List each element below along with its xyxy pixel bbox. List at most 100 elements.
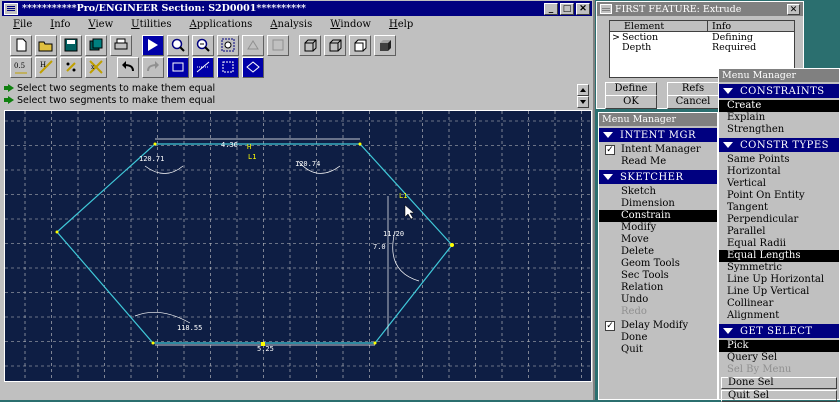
constr-type-parallel[interactable]: Parallel: [719, 226, 839, 238]
constraint-display-icon[interactable]: H: [35, 56, 57, 78]
constr-type-symmetric[interactable]: Symmetric: [719, 262, 839, 274]
constr-type-line-up-horizontal[interactable]: Line Up Horizontal: [719, 274, 839, 286]
sketch-canvas[interactable]: 4.36 120.71 120.74 11.20 7.0 118.55 5.25…: [5, 111, 592, 382]
dim-right-length2[interactable]: 7.0: [373, 243, 386, 251]
constr-types-header[interactable]: CONSTR TYPES: [719, 138, 839, 152]
datum-point-icon[interactable]: [217, 56, 239, 78]
menu-item-quit-sel[interactable]: Quit Sel: [721, 390, 837, 402]
dimension-display-icon[interactable]: 0.5: [10, 56, 32, 78]
vertex-display-icon[interactable]: [60, 56, 82, 78]
minimize-button[interactable]: _: [544, 2, 558, 15]
dim-bottom-length[interactable]: 5.25: [257, 345, 274, 353]
sketcher-header[interactable]: SKETCHER: [599, 170, 717, 184]
wireframe-icon[interactable]: [299, 34, 321, 56]
constr-type-line-up-vertical[interactable]: Line Up Vertical: [719, 286, 839, 298]
menu-item-modify[interactable]: Modify: [599, 222, 717, 234]
scroll-down-button[interactable]: [577, 96, 589, 108]
menu-item-sel-by-menu[interactable]: Sel By Menu: [719, 364, 839, 376]
menu-item-query-sel[interactable]: Query Sel: [719, 352, 839, 364]
menu-item-strengthen[interactable]: Strengthen: [719, 124, 839, 136]
scroll-up-button[interactable]: [577, 84, 589, 96]
dim-angle-bl[interactable]: 118.55: [177, 324, 202, 332]
dim-top-length[interactable]: 4.36: [221, 141, 238, 149]
save-copy-icon[interactable]: [85, 34, 107, 56]
menu-item-redo[interactable]: Redo: [599, 306, 717, 318]
grid-display-icon[interactable]: x: [85, 56, 107, 78]
system-menu-icon[interactable]: [600, 4, 612, 14]
constr-type-horizontal[interactable]: Horizontal: [719, 166, 839, 178]
menu-view[interactable]: View: [88, 19, 113, 30]
menu-applications[interactable]: Applications: [189, 19, 252, 30]
cancel-button[interactable]: Cancel: [667, 95, 719, 109]
constr-type-collinear[interactable]: Collinear: [719, 298, 839, 310]
checkbox-checked-icon[interactable]: ✓: [605, 321, 615, 331]
menu-item-done-sel[interactable]: Done Sel: [721, 377, 837, 389]
datum-axis-icon[interactable]: [192, 56, 214, 78]
constr-type-tangent[interactable]: Tangent: [719, 202, 839, 214]
menu-analysis[interactable]: Analysis: [270, 19, 312, 30]
print-icon[interactable]: [110, 34, 132, 56]
saved-views-icon[interactable]: [267, 34, 289, 56]
menu-item-done[interactable]: Done: [599, 332, 717, 344]
get-select-header[interactable]: GET SELECT: [719, 324, 839, 338]
new-file-icon[interactable]: [10, 34, 32, 56]
table-row[interactable]: > Section Defining: [610, 32, 794, 43]
delay-modify-toggle[interactable]: ✓ Delay Modify: [599, 320, 717, 332]
constr-type-perpendicular[interactable]: Perpendicular: [719, 214, 839, 226]
menu-item-relation[interactable]: Relation: [599, 282, 717, 294]
menu-item-constrain[interactable]: Constrain: [599, 210, 717, 222]
system-menu-icon[interactable]: [4, 2, 18, 15]
menu-item-sec-tools[interactable]: Sec Tools: [599, 270, 717, 282]
menu-utilities[interactable]: Utilities: [131, 19, 171, 30]
table-row[interactable]: Depth Required: [610, 42, 794, 53]
menu-item-geom-tools[interactable]: Geom Tools: [599, 258, 717, 270]
constr-type-alignment[interactable]: Alignment: [719, 310, 839, 322]
intent-manager-toggle[interactable]: ✓ Intent Manager: [599, 144, 717, 156]
close-button[interactable]: ✕: [787, 3, 800, 15]
refs-button[interactable]: Refs: [667, 82, 719, 96]
no-hidden-icon[interactable]: [349, 34, 371, 56]
constr-type-vertical[interactable]: Vertical: [719, 178, 839, 190]
menu-window[interactable]: Window: [330, 19, 371, 30]
menu-item-explain[interactable]: Explain: [719, 112, 839, 124]
dim-angle-tr[interactable]: 120.74: [295, 160, 320, 168]
coordinate-system-icon[interactable]: [242, 56, 264, 78]
menu-item-quit[interactable]: Quit: [599, 344, 717, 356]
intent-mgr-header[interactable]: INTENT MGR: [599, 128, 717, 142]
zoom-out-icon[interactable]: [192, 34, 214, 56]
constr-type-same-points[interactable]: Same Points: [719, 154, 839, 166]
menu-item-sketch[interactable]: Sketch: [599, 186, 717, 198]
shading-icon[interactable]: [374, 34, 396, 56]
redo-icon[interactable]: [142, 56, 164, 78]
open-folder-icon[interactable]: [35, 34, 57, 56]
datum-plane-icon[interactable]: [167, 56, 189, 78]
dim-right-length[interactable]: 11.20: [383, 230, 404, 238]
menu-item-dimension[interactable]: Dimension: [599, 198, 717, 210]
menu-help[interactable]: Help: [389, 19, 413, 30]
redraw-icon[interactable]: [142, 34, 164, 56]
undo-icon[interactable]: [117, 56, 139, 78]
checkbox-checked-icon[interactable]: ✓: [605, 145, 615, 155]
dim-arc-bl[interactable]: [134, 311, 191, 324]
menu-item-move[interactable]: Move: [599, 234, 717, 246]
maximize-button[interactable]: □: [560, 2, 574, 15]
menu-item-read-me[interactable]: Read Me: [599, 156, 717, 168]
close-button[interactable]: ✕: [576, 2, 590, 15]
constr-type-equal-lengths[interactable]: Equal Lengths: [719, 250, 839, 262]
zoom-fit-icon[interactable]: [217, 34, 239, 56]
menu-info[interactable]: Info: [50, 19, 70, 30]
dim-angle-tl[interactable]: 120.71: [139, 155, 164, 163]
menu-file[interactable]: File: [13, 19, 32, 30]
menu-item-undo[interactable]: Undo: [599, 294, 717, 306]
constr-type-equal-radii[interactable]: Equal Radii: [719, 238, 839, 250]
orient-icon[interactable]: [242, 34, 264, 56]
graphics-window[interactable]: 4.36 120.71 120.74 11.20 7.0 118.55 5.25…: [4, 110, 592, 382]
zoom-in-icon[interactable]: [167, 34, 189, 56]
hidden-line-icon[interactable]: [324, 34, 346, 56]
define-button[interactable]: Define: [605, 82, 657, 96]
dim-arc-right[interactable]: [392, 230, 420, 282]
constraints-header[interactable]: CONSTRAINTS: [719, 84, 839, 98]
save-icon[interactable]: [60, 34, 82, 56]
menu-item-create[interactable]: Create: [719, 100, 839, 112]
constr-type-point-on-entity[interactable]: Point On Entity: [719, 190, 839, 202]
